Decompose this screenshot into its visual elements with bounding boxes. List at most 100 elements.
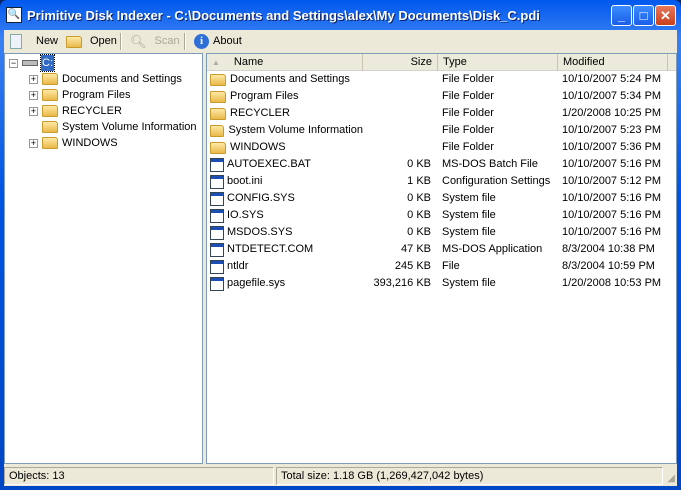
file-type: File Folder	[442, 124, 494, 136]
tree-root[interactable]: − C:	[9, 54, 55, 72]
file-size	[363, 122, 438, 139]
table-row[interactable]: NTDETECT.COM 47 KB MS-DOS Application 8/3/2…	[207, 241, 668, 258]
file-modified: 10/10/2007 5:36 PM	[562, 141, 662, 153]
app-window: 🔍 Primitive Disk Indexer - C:\Documents …	[0, 0, 681, 490]
file-modified: 10/10/2007 5:12 PM	[562, 175, 662, 187]
file-name: CONFIG.SYS	[227, 192, 295, 204]
file-type: MS-DOS Application	[442, 243, 543, 255]
close-button[interactable]: ✕	[655, 5, 676, 26]
scan-button[interactable]: 🔍︎ Scan	[130, 32, 180, 51]
expand-icon[interactable]: +	[29, 138, 38, 148]
tree-item-label: Documents and Settings	[62, 73, 182, 85]
resize-grip[interactable]: ◢	[667, 473, 675, 484]
file-name: boot.ini	[227, 175, 263, 187]
folder-tree[interactable]: − C: + Documents and Settings + Program File…	[4, 53, 203, 464]
tree-item[interactable]: + Documents and Settings	[29, 71, 182, 87]
tree-item-label: RECYCLER	[62, 105, 122, 117]
table-row[interactable]: System Volume Information File Folder 10/1…	[207, 122, 668, 139]
file-name: Documents and Settings	[230, 73, 350, 85]
new-button[interactable]: New	[10, 32, 58, 51]
table-row[interactable]: AUTOEXEC.BAT 0 KB MS-DOS Batch File 10/10/2…	[207, 156, 668, 173]
file-modified: 1/20/2008 10:53 PM	[562, 277, 662, 289]
collapse-icon[interactable]: −	[9, 58, 18, 68]
file-size: 0 KB	[407, 226, 431, 238]
toolbar: New Open 🔍︎ Scan i About	[4, 30, 677, 52]
file-modified: 10/10/2007 5:16 PM	[562, 209, 662, 221]
magnifier-icon: 🔍︎	[130, 34, 147, 49]
file-name: AUTOEXEC.BAT	[227, 158, 311, 170]
expand-icon[interactable]: +	[29, 74, 38, 84]
file-modified: 8/3/2004 10:38 PM	[562, 243, 655, 255]
file-type: File Folder	[442, 73, 494, 85]
tree-item-label: WINDOWS	[62, 137, 118, 149]
file-modified: 10/10/2007 5:16 PM	[562, 158, 662, 170]
table-row[interactable]: IO.SYS 0 KB System file 10/10/2007 5:16 PM	[207, 207, 668, 224]
file-modified: 1/20/2008 10:25 PM	[562, 107, 662, 119]
tree-root-label: C:	[40, 54, 55, 72]
app-file-icon	[210, 242, 224, 257]
maximize-button[interactable]: □	[633, 5, 654, 26]
system-file-icon	[210, 191, 224, 206]
new-document-icon	[10, 34, 22, 49]
table-row[interactable]: pagefile.sys 393,216 KB System file 1/20/20…	[207, 275, 668, 292]
column-modified[interactable]: Modified	[558, 54, 668, 71]
window-title: Primitive Disk Indexer - C:\Documents an…	[27, 8, 540, 23]
file-size: 47 KB	[401, 243, 431, 255]
tree-item[interactable]: + Program Files	[29, 87, 130, 103]
file-type: System file	[442, 277, 496, 289]
folder-icon	[210, 73, 226, 86]
file-name: System Volume Information	[228, 124, 363, 136]
table-row[interactable]: MSDOS.SYS 0 KB System file 10/10/2007 5:16 …	[207, 224, 668, 241]
column-name[interactable]: ▲ Name	[207, 54, 363, 71]
expand-icon[interactable]: +	[29, 106, 38, 116]
folder-icon	[210, 141, 226, 154]
file-size: 0 KB	[407, 192, 431, 204]
file-list[interactable]: ▲ Name Size Type Modified Documents and S…	[206, 53, 677, 464]
batch-file-icon	[210, 157, 224, 172]
file-size	[363, 105, 438, 122]
column-size[interactable]: Size	[363, 54, 438, 71]
tree-item[interactable]: + RECYCLER	[29, 103, 122, 119]
open-folder-icon	[66, 35, 82, 48]
file-type: System file	[442, 226, 496, 238]
file-type: File Folder	[442, 107, 494, 119]
file-name: NTDETECT.COM	[227, 243, 314, 255]
system-file-icon	[210, 225, 224, 240]
file-type: File	[442, 260, 460, 272]
table-row[interactable]: WINDOWS File Folder 10/10/2007 5:36 PM	[207, 139, 668, 156]
tree-item-label: System Volume Information	[62, 121, 197, 133]
file-name: RECYCLER	[230, 107, 290, 119]
file-name: pagefile.sys	[227, 277, 286, 289]
table-row[interactable]: ntldr 245 KB File 8/3/2004 10:59 PM	[207, 258, 668, 275]
file-modified: 8/3/2004 10:59 PM	[562, 260, 655, 272]
minimize-button[interactable]: _	[611, 5, 632, 26]
table-row[interactable]: RECYCLER File Folder 1/20/2008 10:25 PM	[207, 105, 668, 122]
system-file-icon	[210, 259, 224, 274]
scan-label: Scan	[154, 35, 180, 47]
table-row[interactable]: Documents and Settings File Folder 10/10/2…	[207, 71, 668, 88]
drive-icon	[22, 60, 38, 66]
folder-icon	[42, 121, 58, 133]
open-button[interactable]: Open	[66, 32, 117, 51]
folder-icon	[210, 124, 225, 137]
table-row[interactable]: Program Files File Folder 10/10/2007 5:34 …	[207, 88, 668, 105]
column-type[interactable]: Type	[438, 54, 558, 71]
status-objects: Objects: 13	[4, 467, 274, 485]
file-name: IO.SYS	[227, 209, 264, 221]
title-bar[interactable]: 🔍 Primitive Disk Indexer - C:\Documents …	[0, 0, 681, 30]
app-icon: 🔍	[6, 7, 22, 23]
file-modified: 10/10/2007 5:16 PM	[562, 192, 662, 204]
file-name: ntldr	[227, 260, 249, 272]
tree-item[interactable]: System Volume Information	[29, 119, 197, 135]
file-modified: 10/10/2007 5:16 PM	[562, 226, 662, 238]
table-row[interactable]: boot.ini 1 KB Configuration Settings 10/10/…	[207, 173, 668, 190]
file-name: Program Files	[230, 90, 299, 102]
about-button[interactable]: i About	[194, 32, 242, 51]
file-type: File Folder	[442, 90, 494, 102]
table-row[interactable]: CONFIG.SYS 0 KB System file 10/10/2007 5:16…	[207, 190, 668, 207]
file-size: 0 KB	[407, 209, 431, 221]
tree-item[interactable]: + WINDOWS	[29, 135, 118, 151]
file-type: MS-DOS Batch File	[442, 158, 538, 170]
file-type: File Folder	[442, 141, 494, 153]
expand-icon[interactable]: +	[29, 90, 38, 100]
